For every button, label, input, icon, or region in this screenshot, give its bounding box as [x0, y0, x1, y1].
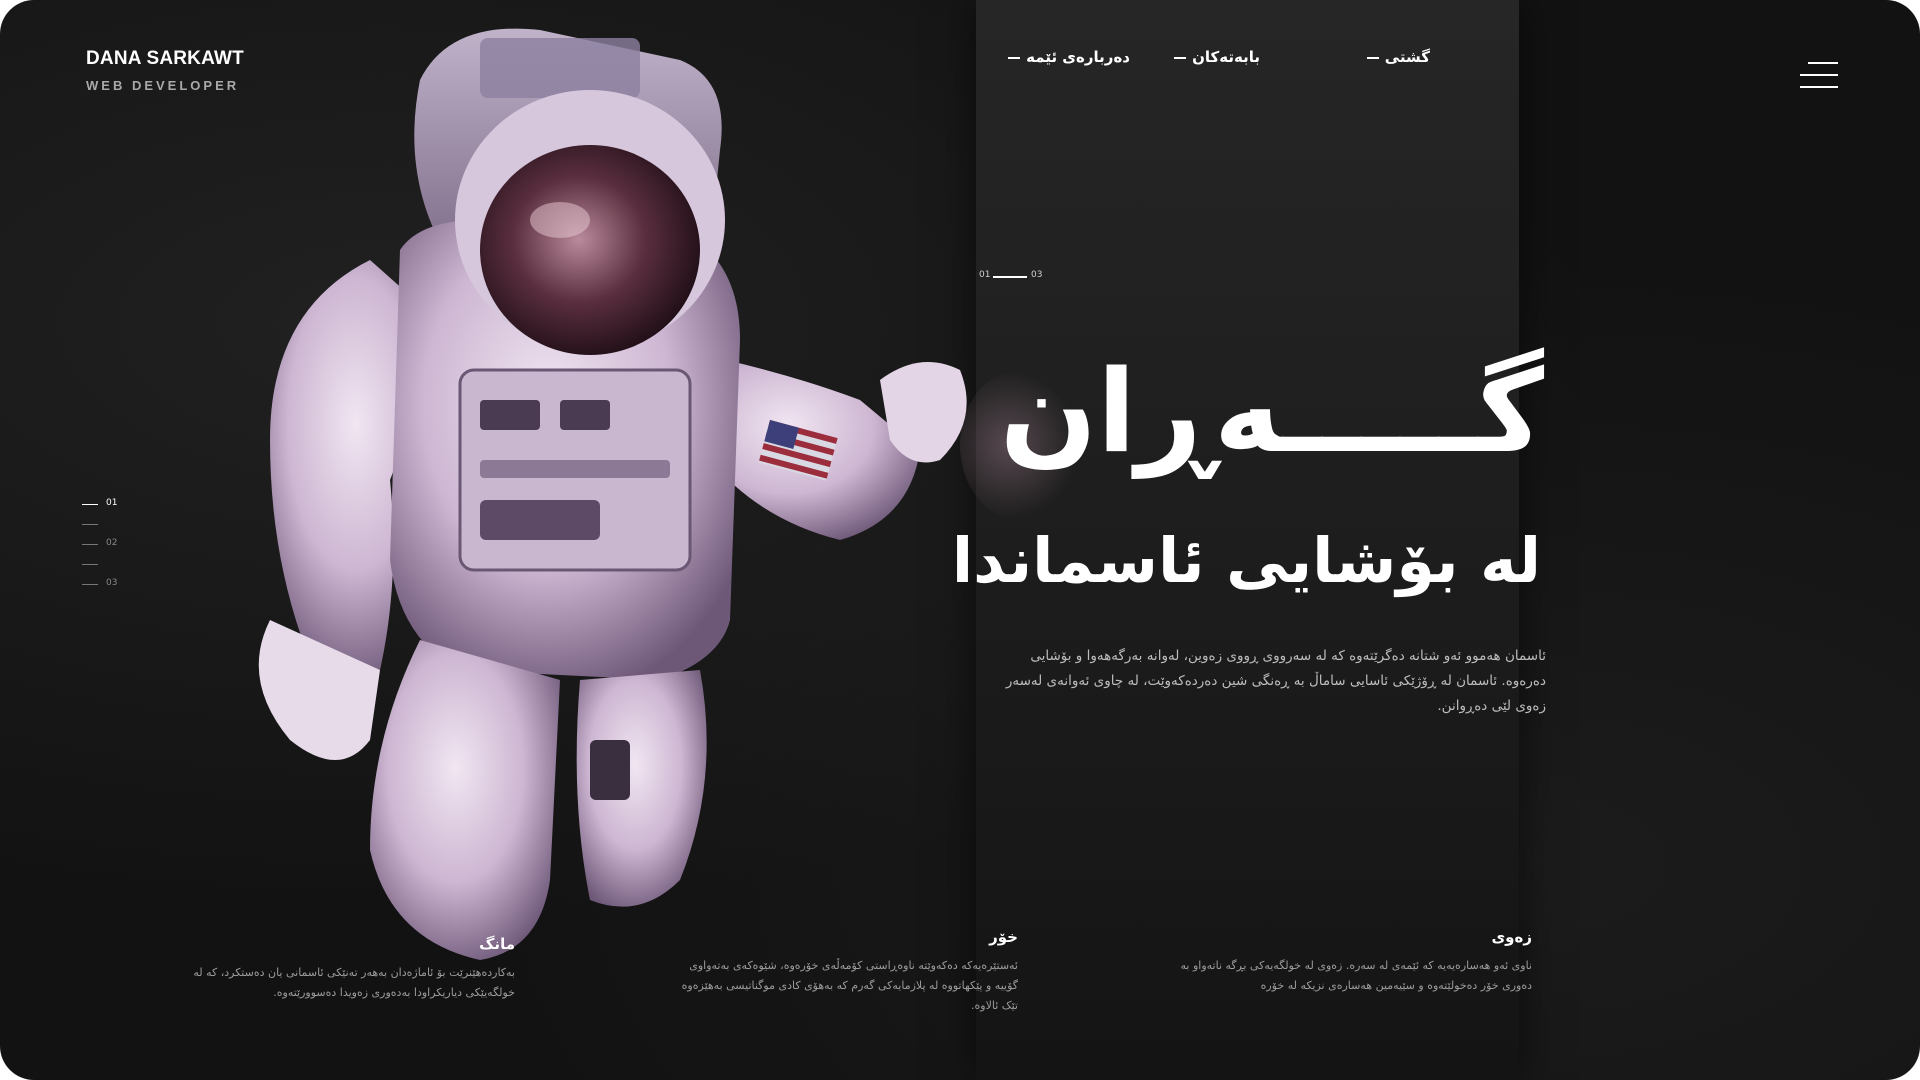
hero-title: گـــــەڕان [999, 345, 1544, 478]
hero-subtitle: لە بۆشایی ئاسماندا [951, 524, 1541, 597]
pager-label-3[interactable]: 03 [106, 578, 117, 588]
card-text: بەکاردەهێنرێت بۆ ئاماژەدان بەهەر تەنێکی … [193, 966, 515, 999]
menu-line [1800, 86, 1838, 88]
nav-item-topics[interactable]: بابەتەکان [1174, 48, 1260, 66]
nav-item-general[interactable]: گشتی [1367, 48, 1430, 66]
top-nav: گشتی بابەتەکان دەربارەی ئێمە [1000, 48, 1470, 72]
pager-dash [82, 524, 98, 525]
pager-dash [82, 564, 98, 565]
card-sun[interactable]: خۆر ئەستێرەیەکە دەکەوێتە ناوەڕاستی کۆمەڵ… [670, 928, 1018, 1016]
card-title: مانگ [479, 935, 515, 953]
hamburger-menu-icon[interactable] [1800, 62, 1838, 90]
pager-dash-active[interactable] [82, 504, 98, 505]
astronaut-image [258, 28, 967, 960]
menu-line [1808, 62, 1838, 64]
card-text: ئەستێرەیەکە دەکەوێتە ناوەڕاستی کۆمەڵەی خ… [681, 959, 1018, 1012]
menu-line [1800, 74, 1838, 76]
pager-label-1[interactable]: 01 [106, 498, 117, 508]
hero-description: ئاسمان هەموو ئەو شتانە دەگرێتەوە کە لە س… [1005, 648, 1546, 714]
pager-dash[interactable] [82, 584, 98, 585]
page-frame: DANA SARKAWT WEB DEVELOPER گشتی بابەتەکا… [0, 0, 1920, 1080]
card-moon[interactable]: مانگ بەکاردەهێنرێت بۆ ئاماژەدان بەهەر تە… [160, 935, 515, 1003]
card-text: ناوی ئەو هەسارەیەیە کە ئێمەی لە سەرە. زە… [1180, 959, 1532, 992]
pager-label-2[interactable]: 02 [106, 538, 117, 548]
pager-dash[interactable] [82, 544, 98, 545]
slide-total: 03 [1031, 270, 1043, 280]
card-earth[interactable]: زەوی ناوی ئەو هەسارەیەیە کە ئێمەی لە سەر… [1180, 928, 1532, 996]
side-pager: 01 02 03 [82, 496, 122, 596]
nav-item-about[interactable]: دەربارەی ئێمە [1008, 48, 1130, 66]
card-title: خۆر [989, 928, 1018, 946]
card-title: زەوی [1491, 928, 1532, 946]
